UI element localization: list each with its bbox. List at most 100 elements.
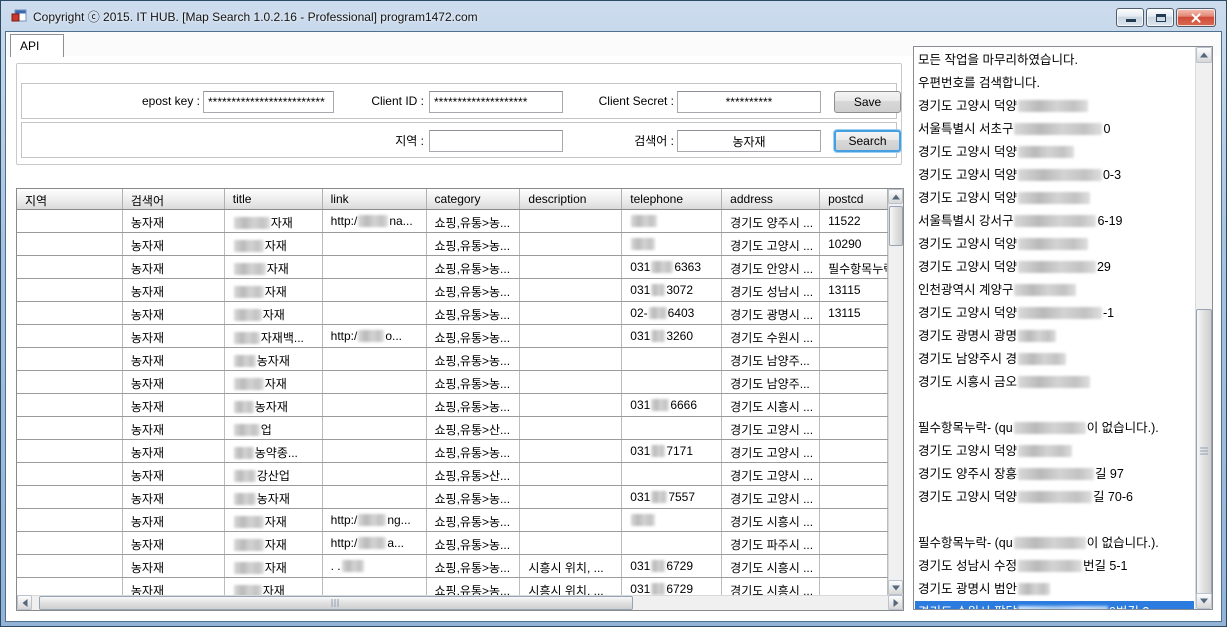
table-row[interactable]: 농자재농자재쇼핑,유통>농...0317557경기도 고양시 ... bbox=[17, 486, 888, 509]
grid-scroll-down-button[interactable] bbox=[888, 580, 903, 595]
cell-region[interactable] bbox=[17, 532, 123, 554]
cell-category[interactable]: 쇼핑,유통>농... bbox=[427, 210, 521, 232]
cell-title[interactable]: 농약종... bbox=[225, 440, 323, 462]
cell-telephone[interactable]: 0317557 bbox=[622, 486, 722, 508]
cell-region[interactable] bbox=[17, 348, 123, 370]
log-vertical-scroll-thumb[interactable] bbox=[1196, 309, 1212, 595]
cell-region[interactable] bbox=[17, 302, 123, 324]
cell-category[interactable]: 쇼핑,유통>농... bbox=[427, 578, 521, 595]
cell-title[interactable]: 자재 bbox=[225, 578, 323, 595]
log-item[interactable]: 경기도 고양시 덕양-1 bbox=[915, 302, 1194, 325]
log-item[interactable]: 경기도 고양시 덕양 bbox=[915, 440, 1194, 463]
cell-postcd[interactable] bbox=[820, 325, 888, 347]
cell-keyword[interactable]: 농자재 bbox=[123, 256, 225, 278]
cell-title[interactable]: 강산업 bbox=[225, 463, 323, 485]
cell-address[interactable]: 경기도 안양시 ... bbox=[722, 256, 820, 278]
cell-address[interactable]: 경기도 광명시 ... bbox=[722, 302, 820, 324]
log-item[interactable]: 필수항목누락- (qu이 없습니다.). bbox=[915, 417, 1194, 440]
cell-link[interactable] bbox=[323, 578, 427, 595]
column-header-title[interactable]: title bbox=[225, 189, 323, 209]
log-item[interactable]: 경기도 고양시 덕양길 70-6 bbox=[915, 486, 1194, 509]
keyword-input[interactable] bbox=[677, 130, 821, 152]
grid-scroll-left-button[interactable] bbox=[17, 595, 32, 610]
log-item[interactable]: 인천광역시 계양구 bbox=[915, 279, 1194, 302]
log-item[interactable]: 서울특별시 서초구0 bbox=[915, 118, 1194, 141]
log-item[interactable]: 경기도 고양시 덕양 bbox=[915, 187, 1194, 210]
cell-title[interactable]: 자재 bbox=[225, 210, 323, 232]
minimize-button[interactable] bbox=[1116, 8, 1144, 27]
cell-title[interactable]: 자재백... bbox=[225, 325, 323, 347]
cell-telephone[interactable]: 0316666 bbox=[622, 394, 722, 416]
cell-telephone[interactable]: 0316729 bbox=[622, 555, 722, 577]
cell-postcd[interactable]: 11522 bbox=[820, 210, 888, 232]
cell-description[interactable] bbox=[520, 302, 622, 324]
cell-category[interactable]: 쇼핑,유통>농... bbox=[427, 302, 521, 324]
log-item[interactable]: 경기도 고양시 덕양 bbox=[915, 95, 1194, 118]
cell-title[interactable]: 자재 bbox=[225, 371, 323, 393]
cell-region[interactable] bbox=[17, 325, 123, 347]
cell-telephone[interactable] bbox=[622, 348, 722, 370]
cell-link[interactable] bbox=[323, 302, 427, 324]
column-header-category[interactable]: category bbox=[427, 189, 521, 209]
cell-link[interactable] bbox=[323, 371, 427, 393]
cell-description[interactable]: 시흥시 위치, ... bbox=[520, 555, 622, 577]
cell-description[interactable] bbox=[520, 210, 622, 232]
cell-telephone[interactable]: 0313260 bbox=[622, 325, 722, 347]
log-item[interactable]: 경기도 성남시 수정번길 5-1 bbox=[915, 555, 1194, 578]
cell-keyword[interactable]: 농자재 bbox=[123, 532, 225, 554]
cell-telephone[interactable] bbox=[622, 532, 722, 554]
cell-category[interactable]: 쇼핑,유통>농... bbox=[427, 440, 521, 462]
cell-region[interactable] bbox=[17, 394, 123, 416]
cell-category[interactable]: 쇼핑,유통>산... bbox=[427, 463, 521, 485]
cell-address[interactable]: 경기도 시흥시 ... bbox=[722, 578, 820, 595]
column-header-telephone[interactable]: telephone bbox=[622, 189, 722, 209]
table-row[interactable]: 농자재자재쇼핑,유통>농...시흥시 위치, ...0316729경기도 시흥시… bbox=[17, 578, 888, 595]
cell-keyword[interactable]: 농자재 bbox=[123, 394, 225, 416]
cell-description[interactable] bbox=[520, 417, 622, 439]
cell-keyword[interactable]: 농자재 bbox=[123, 302, 225, 324]
cell-link[interactable] bbox=[323, 279, 427, 301]
cell-address[interactable]: 경기도 수원시 ... bbox=[722, 325, 820, 347]
cell-description[interactable] bbox=[520, 325, 622, 347]
cell-link[interactable]: . . bbox=[323, 555, 427, 577]
cell-region[interactable] bbox=[17, 417, 123, 439]
cell-region[interactable] bbox=[17, 463, 123, 485]
cell-region[interactable] bbox=[17, 440, 123, 462]
cell-title[interactable]: 농자재 bbox=[225, 394, 323, 416]
cell-category[interactable]: 쇼핑,유통>농... bbox=[427, 394, 521, 416]
cell-description[interactable] bbox=[520, 279, 622, 301]
cell-postcd[interactable] bbox=[820, 440, 888, 462]
cell-address[interactable]: 경기도 남양주... bbox=[722, 371, 820, 393]
cell-category[interactable]: 쇼핑,유통>농... bbox=[427, 233, 521, 255]
titlebar[interactable]: Copyright ⓒ 2015. IT HUB. [Map Search 1.… bbox=[1, 1, 1226, 31]
cell-region[interactable] bbox=[17, 210, 123, 232]
cell-description[interactable] bbox=[520, 509, 622, 531]
cell-link[interactable]: http:/a... bbox=[323, 532, 427, 554]
cell-title[interactable]: 자재 bbox=[225, 509, 323, 531]
cell-postcd[interactable] bbox=[820, 417, 888, 439]
cell-region[interactable] bbox=[17, 279, 123, 301]
cell-address[interactable]: 경기도 시흥시 ... bbox=[722, 555, 820, 577]
grid-horizontal-scroll-thumb[interactable] bbox=[39, 596, 633, 610]
cell-link[interactable] bbox=[323, 394, 427, 416]
cell-category[interactable]: 쇼핑,유통>농... bbox=[427, 348, 521, 370]
cell-keyword[interactable]: 농자재 bbox=[123, 210, 225, 232]
log-item[interactable]: 경기도 남양주시 경 bbox=[915, 348, 1194, 371]
cell-keyword[interactable]: 농자재 bbox=[123, 555, 225, 577]
cell-address[interactable]: 경기도 시흥시 ... bbox=[722, 394, 820, 416]
maximize-button[interactable] bbox=[1146, 8, 1174, 27]
cell-address[interactable]: 경기도 파주시 ... bbox=[722, 532, 820, 554]
table-row[interactable]: 농자재자재http:/na...쇼핑,유통>농...경기도 양주시 ...115… bbox=[17, 210, 888, 233]
cell-address[interactable]: 경기도 성남시 ... bbox=[722, 279, 820, 301]
cell-telephone[interactable]: 0313072 bbox=[622, 279, 722, 301]
region-input[interactable] bbox=[429, 130, 563, 152]
search-button[interactable]: Search bbox=[834, 130, 901, 152]
cell-link[interactable] bbox=[323, 348, 427, 370]
cell-postcd[interactable] bbox=[820, 509, 888, 531]
cell-address[interactable]: 경기도 고양시 ... bbox=[722, 463, 820, 485]
cell-category[interactable]: 쇼핑,유통>농... bbox=[427, 371, 521, 393]
cell-address[interactable]: 경기도 고양시 ... bbox=[722, 486, 820, 508]
cell-title[interactable]: 자재 bbox=[225, 256, 323, 278]
tab-api[interactable]: API bbox=[10, 34, 64, 57]
log-item[interactable] bbox=[915, 394, 1194, 417]
